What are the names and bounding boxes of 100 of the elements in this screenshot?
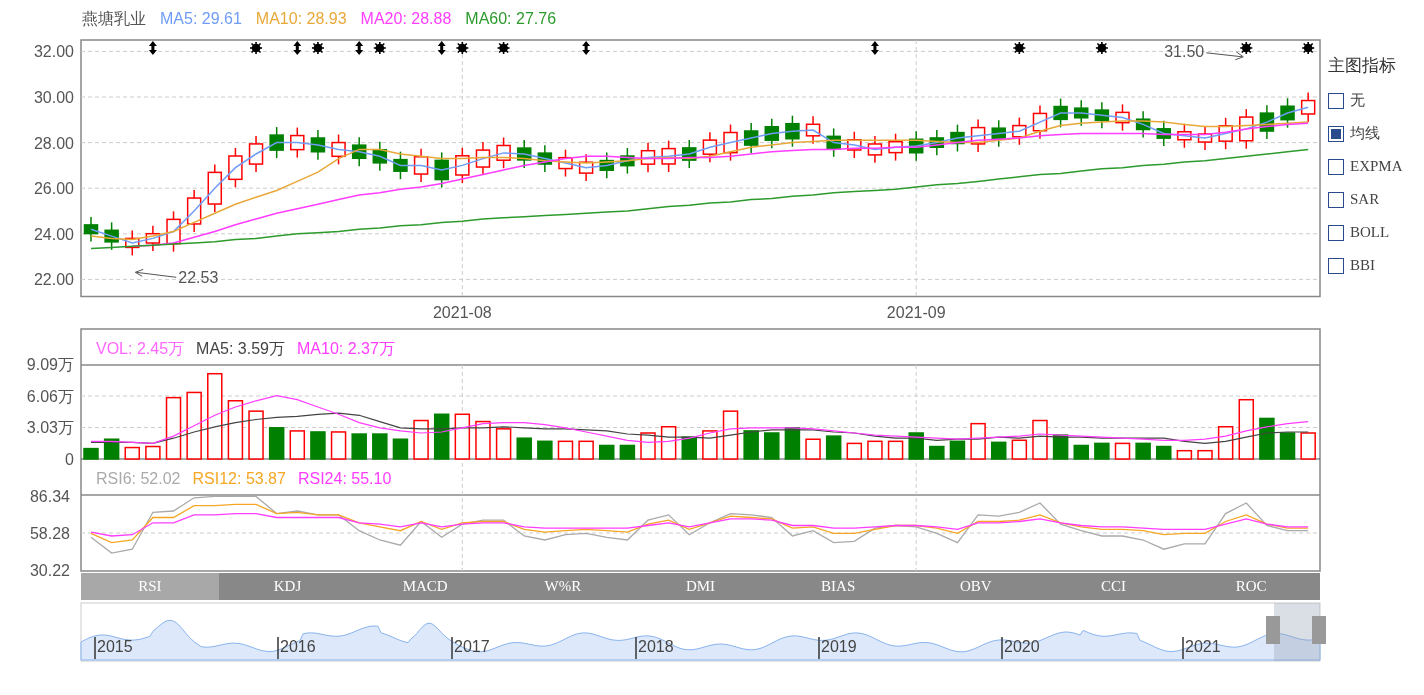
- volume-bar: [186, 391, 202, 460]
- volume-bar: [413, 419, 429, 460]
- candlestick: [207, 163, 223, 213]
- candlestick: [1135, 110, 1151, 139]
- updown-arrow-icon: [355, 41, 364, 55]
- legend-label: MA20: 28.88: [360, 10, 452, 28]
- volume-bar: [1073, 444, 1089, 460]
- candlestick: [1032, 104, 1048, 140]
- volume-bar: [372, 433, 388, 460]
- volume-bar: [1279, 432, 1296, 460]
- candlestick: [805, 115, 821, 145]
- candlestick: [888, 133, 903, 162]
- axis-label: 28.00: [33, 134, 74, 152]
- option-label[interactable]: EXPMA: [1350, 158, 1403, 175]
- volume-bar: [1114, 442, 1131, 460]
- updown-arrow-icon: [582, 41, 591, 55]
- axis-label: 6.06万: [26, 388, 74, 405]
- volume-bar: [268, 427, 285, 460]
- range-handle[interactable]: [1266, 616, 1280, 644]
- candlestick: [351, 136, 367, 167]
- volume-bar: [557, 440, 574, 460]
- checkbox[interactable]: [1328, 158, 1344, 175]
- candlestick: [1177, 123, 1192, 149]
- star-icon: [1012, 41, 1027, 55]
- axis-label: 86.34: [29, 488, 70, 505]
- candlestick: [620, 147, 635, 175]
- axis-label: 32.00: [33, 43, 74, 61]
- candlestick: [104, 221, 119, 251]
- candlestick: [269, 126, 284, 159]
- candlestick: [1259, 104, 1275, 140]
- axis-label: 30.00: [33, 89, 74, 106]
- volume-bar: [949, 440, 966, 460]
- option-label[interactable]: 无: [1350, 91, 1365, 110]
- volume-bar: [660, 426, 677, 460]
- legend-label: MA5: 3.59万: [196, 340, 285, 357]
- candlestick: [145, 225, 161, 252]
- candlestick: [310, 129, 326, 161]
- checkbox[interactable]: [1328, 224, 1344, 241]
- candlestick: [1115, 103, 1130, 132]
- candlestick: [950, 123, 965, 153]
- candlestick: [908, 130, 924, 162]
- candlestick: [661, 139, 676, 173]
- updown-arrow-icon: [293, 41, 302, 55]
- volume-bar: [1156, 445, 1172, 460]
- candlestick: [517, 139, 532, 169]
- candlestick: [1156, 120, 1171, 147]
- year-label: 2021: [1185, 638, 1221, 655]
- volume-bar: [351, 433, 367, 460]
- legend-label: VOL: 2.45万: [96, 340, 185, 357]
- candlestick: [723, 123, 738, 162]
- legend-label: RSI12: 53.87: [192, 470, 286, 487]
- star-icon: [496, 41, 511, 55]
- volume-bar: [1135, 442, 1151, 460]
- year-label: 2015: [97, 638, 133, 655]
- legend-label: MA10: 28.93: [255, 10, 347, 28]
- candlestick: [1053, 97, 1068, 129]
- candlestick: [1218, 117, 1233, 150]
- indicator-tab[interactable]: RSI: [81, 573, 219, 600]
- candlestick: [847, 131, 862, 159]
- star-icon: [455, 41, 470, 55]
- candlestick: [558, 148, 573, 178]
- volume-bar: [640, 432, 656, 460]
- option-label[interactable]: BBI: [1350, 257, 1375, 274]
- range-handle[interactable]: [1312, 616, 1326, 644]
- volume-bar: [887, 440, 904, 460]
- candlestick: [867, 135, 883, 164]
- candlestick: [1197, 125, 1213, 151]
- option-label[interactable]: 均线: [1350, 124, 1380, 143]
- volume-bar: [330, 431, 347, 460]
- candlestick: [83, 216, 99, 243]
- candlestick: [826, 127, 841, 158]
- legend-label: MA10: 2.37万: [297, 340, 395, 357]
- volume-bar: [681, 436, 697, 460]
- candlestick: [496, 136, 511, 169]
- volume-bar: [619, 444, 636, 460]
- option-label[interactable]: BOLL: [1350, 224, 1390, 241]
- volume-bar: [227, 400, 244, 460]
- volume-bar: [495, 428, 512, 460]
- axis-label: 0: [65, 451, 74, 468]
- volume-bar: [1197, 449, 1213, 460]
- option-label[interactable]: SAR: [1350, 191, 1380, 208]
- volume-bar: [764, 432, 780, 460]
- candlestick: [1280, 97, 1295, 129]
- axis-label: 3.03万: [26, 419, 74, 437]
- axis-label: 30.22: [29, 562, 70, 579]
- checkbox[interactable]: [1328, 191, 1344, 208]
- candlestick: [991, 119, 1006, 148]
- stock-name: 燕塘乳业: [82, 8, 146, 29]
- price-callout: 31.50: [1164, 42, 1244, 61]
- candlestick: [290, 126, 305, 159]
- volume-bar: [1300, 432, 1316, 460]
- candlestick: [785, 114, 800, 148]
- candlestick: [764, 118, 780, 149]
- checkbox[interactable]: [1328, 92, 1344, 109]
- candlestick: [640, 141, 656, 173]
- candlestick: [475, 141, 491, 176]
- checkbox[interactable]: [1328, 125, 1344, 142]
- checkbox[interactable]: [1328, 257, 1344, 274]
- legend-label: RSI24: 55.10: [297, 470, 392, 487]
- candlestick: [1094, 101, 1110, 130]
